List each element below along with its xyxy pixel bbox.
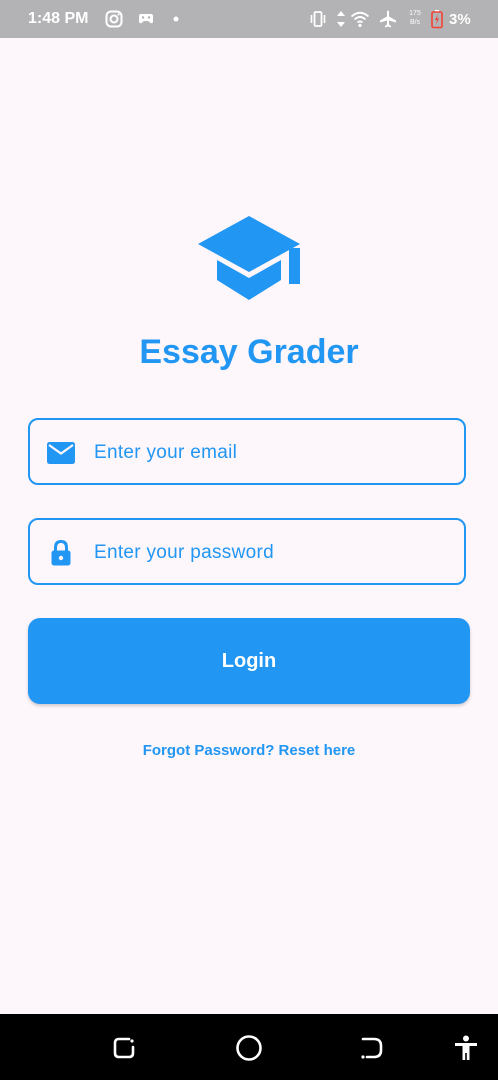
battery-percent: 3% bbox=[449, 11, 471, 28]
accessibility-icon[interactable] bbox=[452, 1034, 480, 1062]
dot-icon bbox=[166, 9, 186, 29]
navigation-bar bbox=[0, 1014, 498, 1080]
password-field[interactable]: Enter your password bbox=[28, 518, 466, 585]
back-icon[interactable] bbox=[358, 1034, 386, 1062]
gamepad-icon bbox=[136, 9, 156, 29]
data-arrows-icon bbox=[334, 9, 348, 29]
email-field[interactable]: Enter your email bbox=[28, 418, 466, 485]
net-speed-value: 175 bbox=[409, 10, 421, 17]
airplane-icon bbox=[378, 9, 398, 29]
recents-icon[interactable] bbox=[110, 1034, 138, 1062]
email-placeholder: Enter your email bbox=[94, 442, 238, 463]
status-time: 1:48 PM bbox=[28, 10, 89, 27]
status-bar: 1:48 PM 175 B/s 3% bbox=[0, 0, 498, 38]
app-title: Essay Grader bbox=[139, 333, 359, 371]
mail-icon bbox=[46, 440, 76, 466]
instagram-icon bbox=[104, 9, 124, 29]
battery-low-icon bbox=[430, 9, 444, 29]
net-speed: 175 B/s bbox=[404, 9, 426, 27]
login-button[interactable]: Login bbox=[28, 618, 470, 704]
wifi-icon bbox=[350, 9, 370, 29]
home-icon[interactable] bbox=[235, 1034, 263, 1062]
forgot-password-link[interactable]: Forgot Password? Reset here bbox=[0, 742, 498, 760]
login-label: Login bbox=[221, 650, 277, 672]
vibrate-icon bbox=[308, 9, 328, 29]
net-speed-unit: B/s bbox=[409, 19, 421, 26]
password-placeholder: Enter your password bbox=[94, 542, 274, 563]
graduation-cap-icon bbox=[196, 214, 302, 302]
lock-icon bbox=[46, 540, 76, 566]
